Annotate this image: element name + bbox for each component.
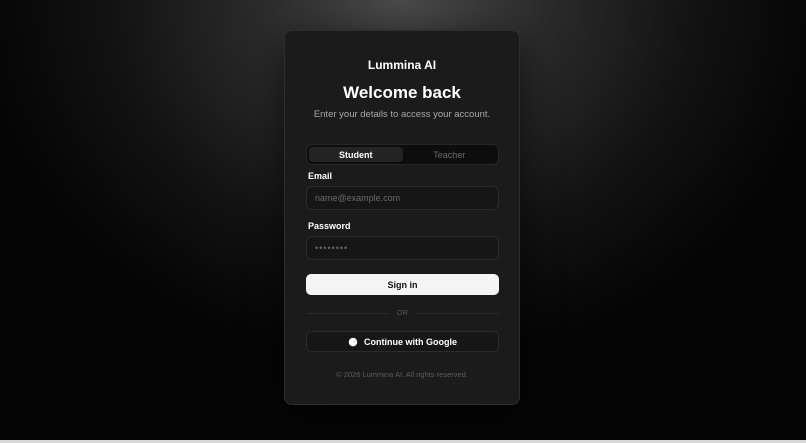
or-divider: OR xyxy=(306,308,499,318)
role-toggle: Student Teacher xyxy=(306,144,499,165)
tab-teacher[interactable]: Teacher xyxy=(403,147,497,162)
tab-student[interactable]: Student xyxy=(309,147,403,162)
google-sign-in-button[interactable]: Continue with Google xyxy=(306,331,499,352)
footer-copyright: © 2026 Lummina AI. All rights reserved. xyxy=(336,370,468,379)
page-subtitle: Enter your details to access your accoun… xyxy=(313,109,491,120)
password-field[interactable] xyxy=(306,236,499,260)
page-title: Welcome back xyxy=(343,83,461,102)
google-icon xyxy=(348,337,358,347)
divider-line-left xyxy=(306,312,389,314)
divider-line-right xyxy=(416,312,499,314)
divider-text: OR xyxy=(396,309,409,317)
password-label: Password xyxy=(308,221,351,231)
email-label: Email xyxy=(308,171,333,181)
brand-name: Lummina AI xyxy=(367,58,437,72)
sign-in-button[interactable]: Sign in xyxy=(306,274,499,295)
login-card: Lummina AI Welcome back Enter your detai… xyxy=(284,30,520,405)
email-field[interactable] xyxy=(306,186,499,210)
google-button-label: Continue with Google xyxy=(364,336,457,347)
